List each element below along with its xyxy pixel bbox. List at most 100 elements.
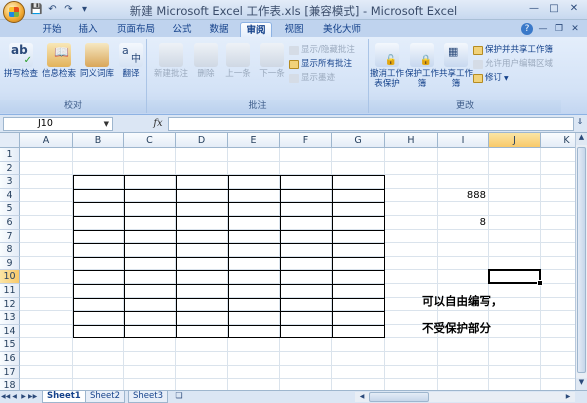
cell-i4[interactable]: 888 [438,189,486,203]
tab-view[interactable]: 视图 [278,22,310,37]
scroll-down-icon[interactable]: ▼ [576,378,587,390]
next-sheet-icon[interactable]: ▶ [19,392,28,402]
row-header-17[interactable]: 17 [0,365,20,380]
expand-formula-bar-icon[interactable]: ⇓ [575,117,585,131]
tab-review[interactable]: 审阅 [240,22,272,37]
row-header-5[interactable]: 5 [0,202,20,216]
tab-formulas[interactable]: 公式 [166,22,198,37]
column-header-g[interactable]: G [332,133,385,148]
row-header-2[interactable]: 2 [0,161,20,176]
sheet-tab-sheet3[interactable]: Sheet3 [128,391,168,403]
tab-insert[interactable]: 插入 [72,22,104,37]
row-header-9[interactable]: 9 [0,256,20,271]
horizontal-scroll-thumb[interactable] [369,392,429,402]
maximize-icon[interactable]: □ [545,1,563,16]
column-header-c[interactable]: C [124,133,176,148]
protect-workbook-icon: 🔒 [410,43,434,67]
scroll-right-icon[interactable]: ▶ [563,392,573,402]
row-header-16[interactable]: 16 [0,352,20,366]
next-comment-button[interactable]: 下一条 [255,43,289,79]
formula-input[interactable] [168,117,574,131]
share-workbook-button[interactable]: ▦ 共享工作簿 [439,43,473,89]
column-header-b[interactable]: B [73,133,124,148]
column-header-k[interactable]: K [541,133,575,148]
translate-button[interactable]: a中 翻译 [116,43,146,79]
insert-function-button[interactable]: fx [150,117,166,131]
table-border [73,256,385,258]
column-header-a[interactable]: A [20,133,73,148]
column-header-e[interactable]: E [228,133,280,148]
name-box[interactable]: J10 ▼ [3,117,113,131]
row-header-12[interactable]: 12 [0,297,20,312]
chevron-down-icon: ▼ [103,120,109,128]
tab-beautify[interactable]: 美化大师 [316,22,368,37]
row-header-6[interactable]: 6 [0,216,20,230]
column-header-d[interactable]: D [176,133,228,148]
sheet-tab-sheet1[interactable]: Sheet1 [42,391,86,403]
scroll-up-icon[interactable]: ▲ [576,133,587,145]
next-comment-icon [260,43,284,67]
row-header-13[interactable]: 13 [0,311,20,325]
show-ink-button[interactable]: 显示墨迹 [289,73,335,84]
show-hide-comment-button[interactable]: 显示/隐藏批注 [289,45,355,56]
protect-share-workbook-button[interactable]: 保护并共享工作簿 [473,45,553,56]
row-header-15[interactable]: 15 [0,338,20,352]
row-header-11[interactable]: 11 [0,284,20,298]
horizontal-scrollbar[interactable]: ◀ ▶ [355,392,575,402]
previous-comment-button[interactable]: 上一条 [221,43,255,79]
close-icon[interactable]: ✕ [565,1,583,16]
allow-edit-ranges-button[interactable]: 允许用户编辑区域 [473,59,553,70]
sheet-tab-sheet2[interactable]: Sheet2 [85,391,125,403]
vertical-scroll-thumb[interactable] [577,147,586,373]
research-button[interactable]: 📖 信息检索 [40,43,78,79]
new-comment-button[interactable]: 新建批注 [151,43,191,79]
track-changes-button[interactable]: 修订 ▼ [473,73,509,84]
help-icon[interactable]: ? [521,23,533,35]
active-cell[interactable] [488,269,543,286]
tab-page-layout[interactable]: 页面布局 [110,22,162,37]
restore-icon[interactable]: ❐ [553,23,565,35]
tab-home[interactable]: 开始 [36,22,68,37]
proofing-group: ab ✓ 拼写检查 📖 信息检索 同义词库 a中 翻译 校对 [0,39,147,113]
close-icon[interactable]: ✕ [569,23,581,35]
table-border [73,188,385,190]
formula-tools: fx [115,117,165,131]
select-all-corner[interactable] [0,133,20,148]
thesaurus-button[interactable]: 同义词库 [78,43,116,79]
column-header-j[interactable]: J [489,133,541,148]
row-header-7[interactable]: 7 [0,229,20,244]
row-header-14[interactable]: 14 [0,324,20,339]
unprotect-sheet-button[interactable]: 🔓 撤消工作表保护 [369,43,405,89]
row-header-3[interactable]: 3 [0,175,20,189]
row-header-1[interactable]: 1 [0,148,20,162]
office-button[interactable] [3,1,25,23]
window-controls: — □ ✕ [525,1,583,16]
cell-i6[interactable]: 8 [438,216,486,230]
tab-data[interactable]: 数据 [203,22,235,37]
column-header-i[interactable]: I [438,133,489,148]
minimize-icon[interactable]: — [537,23,549,35]
minimize-icon[interactable]: — [525,1,543,16]
worksheet-grid[interactable]: A B C D E F G H I J K 1 2 3 4 5 6 7 8 9 10 11 12 13 14 15 16 17 18 88… [0,133,575,390]
table-border [73,284,385,285]
protect-workbook-button[interactable]: 🔒 保护工作簿 [405,43,439,89]
row-header-10[interactable]: 10 [0,270,20,284]
vertical-scrollbar[interactable]: ▲ ▼ [575,133,587,390]
show-all-comments-button[interactable]: 显示所有批注 [289,59,352,70]
column-header-f[interactable]: F [280,133,332,148]
delete-comment-button[interactable]: 删除 [191,43,221,79]
first-sheet-icon[interactable]: ◀◀ [1,392,10,402]
row-header-18[interactable]: 18 [0,379,20,390]
gridline [20,160,575,162]
row-header-8[interactable]: 8 [0,243,20,257]
office-logo-icon [9,7,19,17]
share-workbook-icon: ▦ [444,43,468,67]
column-header-h[interactable]: H [385,133,438,148]
spelling-button[interactable]: ab ✓ 拼写检查 [2,43,40,79]
note-text: 不受保护部分 [422,320,491,335]
row-header-4[interactable]: 4 [0,188,20,203]
insert-sheet-icon[interactable]: ❏ [172,391,186,403]
last-sheet-icon[interactable]: ▶▶ [28,392,37,402]
prev-sheet-icon[interactable]: ◀ [10,392,19,402]
scroll-left-icon[interactable]: ◀ [357,392,367,402]
